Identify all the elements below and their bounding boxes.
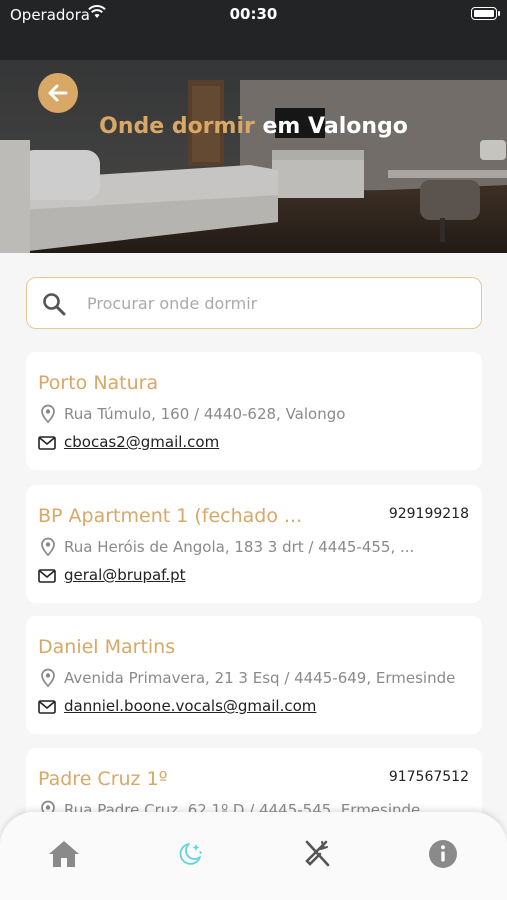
listing-card[interactable]: BP Apartment 1 (fechado ... 929199218 Ru… (26, 485, 482, 603)
listing-address: Rua Túmulo, 160 / 4440-628, Valongo (64, 405, 346, 423)
mail-icon (38, 700, 56, 714)
listing-address: Rua Heróis de Angola, 183 3 drt / 4445-4… (64, 538, 415, 556)
listing-name: Porto Natura (38, 372, 159, 394)
page-title-accent: Onde dormir (99, 114, 255, 139)
listing-name: Daniel Martins (38, 636, 176, 658)
page-title-location: em Valongo (262, 114, 408, 139)
listing-email[interactable]: danniel.boone.vocals@gmail.com (64, 697, 316, 715)
battery-icon (471, 7, 500, 20)
back-button[interactable] (38, 73, 78, 113)
listing-name: Padre Cruz 1º (38, 768, 168, 790)
tab-info[interactable] (423, 834, 463, 874)
search-icon (43, 293, 66, 316)
header-banner: Operadora 00:30 Onde dormir em Valongo (0, 0, 507, 253)
tab-accommodation[interactable] (170, 834, 210, 874)
mail-icon (38, 569, 56, 583)
listing-email[interactable]: cbocas2@gmail.com (64, 433, 219, 451)
listing-card[interactable]: Daniel Martins Avenida Primavera, 21 3 E… (26, 616, 482, 734)
listing-phone[interactable]: 929199218 (389, 506, 469, 522)
home-icon (49, 841, 79, 867)
location-pin-icon (41, 537, 55, 557)
fork-knife-icon (305, 840, 330, 867)
search-input[interactable] (87, 290, 467, 316)
listing-card[interactable]: Porto Natura Rua Túmulo, 160 / 4440-628,… (26, 352, 482, 470)
clock: 00:30 (229, 5, 278, 23)
listing-name: BP Apartment 1 (fechado ... (38, 505, 303, 527)
tab-home[interactable] (44, 834, 84, 874)
moon-stars-icon (179, 843, 202, 865)
listing-email[interactable]: geral@brupaf.pt (64, 566, 186, 584)
location-pin-icon (41, 404, 55, 424)
search-bar[interactable] (26, 277, 482, 329)
bottom-nav (0, 812, 507, 900)
info-icon (429, 840, 457, 868)
page-title: Onde dormir em Valongo (0, 114, 507, 139)
listing-phone[interactable]: 917567512 (389, 769, 469, 785)
arrow-left-icon (48, 84, 68, 102)
tab-restaurants[interactable] (297, 834, 337, 874)
listing-address: Avenida Primavera, 21 3 Esq / 4445-649, … (64, 669, 456, 687)
mail-icon (38, 436, 56, 450)
location-pin-icon (41, 668, 55, 688)
status-bar: Operadora 00:30 (0, 0, 507, 30)
